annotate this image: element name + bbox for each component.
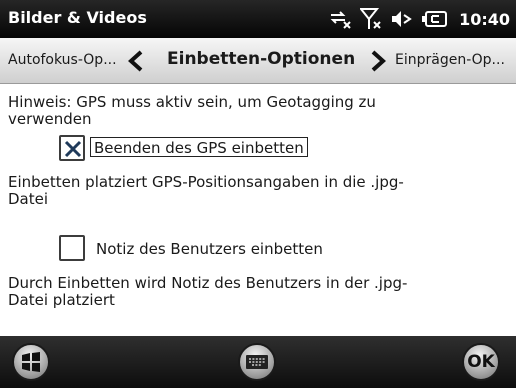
checkmark-x-icon — [64, 140, 82, 158]
tab-current: Einbetten-Optionen — [167, 49, 356, 69]
embed-gps-label[interactable]: Beenden des GPS einbetten — [90, 137, 308, 157]
signal-off-icon[interactable] — [360, 8, 391, 30]
keyboard-icon — [246, 355, 268, 369]
volume-icon[interactable] — [391, 9, 422, 29]
embed-note-label[interactable]: Notiz des Benutzers einbetten — [96, 240, 323, 258]
options-content: Hinweis: GPS muss aktiv sein, um Geotagg… — [0, 84, 516, 336]
battery-icon[interactable] — [422, 10, 457, 28]
windows-start-icon — [22, 352, 40, 372]
keyboard-button[interactable] — [238, 343, 276, 381]
bottom-bar: OK — [0, 336, 516, 388]
tab-prev[interactable]: Autofokus-Op... — [8, 52, 117, 68]
gps-description: Einbetten platziert GPS-Positionsangaben… — [8, 173, 404, 208]
app-title: Bilder & Videos — [8, 8, 147, 27]
chevron-left-icon[interactable] — [127, 50, 145, 76]
clock[interactable]: 10:40 — [459, 10, 510, 29]
connectivity-off-icon[interactable] — [329, 9, 360, 29]
tab-next[interactable]: Einprägen-Op... — [395, 52, 505, 68]
ok-button[interactable]: OK — [462, 343, 500, 381]
status-bar: Bilder & Videos 10:40 — [0, 0, 516, 38]
chevron-right-icon[interactable] — [369, 50, 387, 76]
tab-header: Autofokus-Op... Einbetten-Optionen Einpr… — [0, 38, 516, 84]
start-button[interactable] — [12, 343, 50, 381]
embed-note-checkbox[interactable] — [59, 235, 85, 261]
status-icons: 10:40 — [329, 7, 510, 31]
embed-gps-checkbox[interactable] — [59, 135, 85, 161]
note-description: Durch Einbetten wird Notiz des Benutzers… — [8, 274, 408, 309]
ok-label: OK — [467, 352, 495, 372]
gps-hint-text: Hinweis: GPS muss aktiv sein, um Geotagg… — [8, 93, 376, 128]
